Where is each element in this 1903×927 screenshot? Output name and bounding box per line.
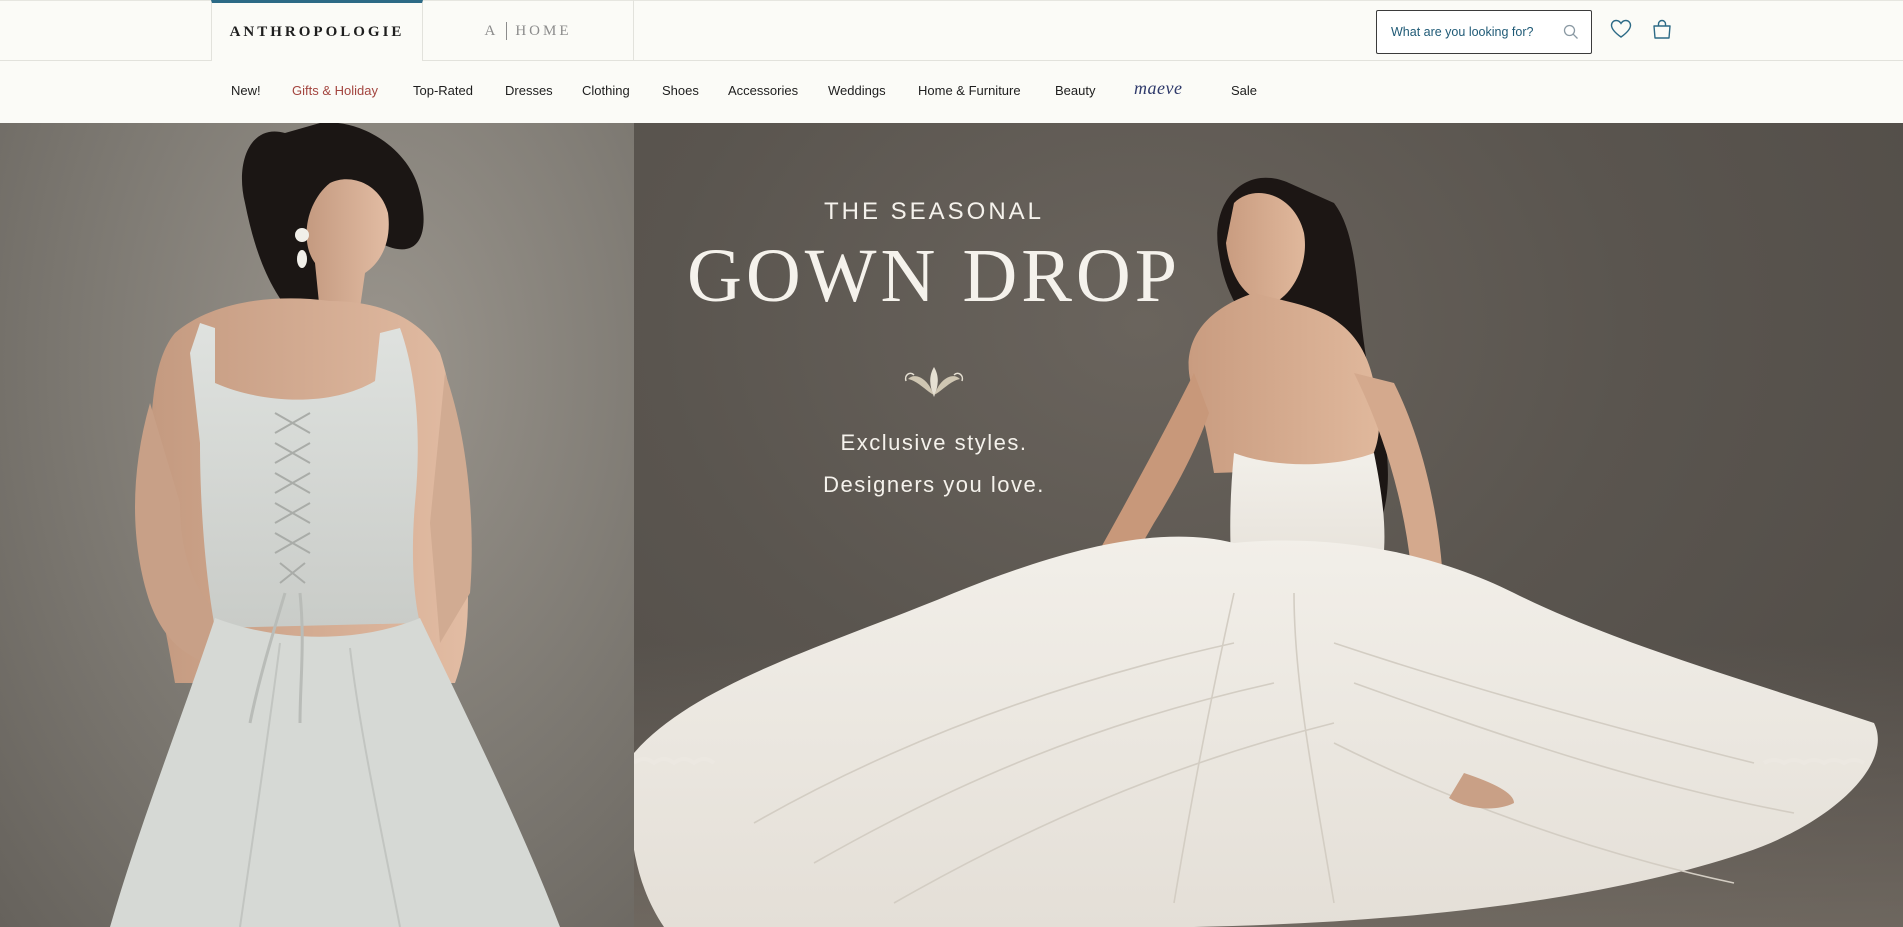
a-home-logo: A HOME [484, 22, 571, 40]
nav-item-shoes[interactable]: Shoes [662, 83, 699, 98]
search-box[interactable] [1376, 10, 1592, 54]
heart-icon[interactable] [1610, 19, 1632, 44]
nav-item-weddings[interactable]: Weddings [828, 83, 886, 98]
a-home-divider [506, 22, 508, 40]
hero-kicker: THE SEASONAL [823, 198, 1045, 225]
a-home-suffix: HOME [515, 22, 572, 39]
a-home-prefix: A [484, 22, 499, 39]
hero-subline-2: Designers you love. [823, 472, 1045, 497]
fleur-ornament-icon [904, 361, 964, 406]
nav-item-clothing[interactable]: Clothing [582, 83, 630, 98]
anthropologie-logo: ANTHROPOLOGIE [229, 24, 405, 40]
top-header: ANTHROPOLOGIE A HOME [0, 0, 1903, 62]
brand-tab-anthropologie[interactable]: ANTHROPOLOGIE [211, 0, 423, 62]
nav-item-home-furniture[interactable]: Home & Furniture [918, 83, 1021, 98]
nav-item-new[interactable]: New! [231, 83, 261, 98]
nav-item-dresses[interactable]: Dresses [505, 83, 553, 98]
hero-headline: GOWN DROP [686, 234, 1182, 318]
hero-banner[interactable]: THE SEASONAL GOWN DROP Exclusive styles.… [0, 123, 1903, 927]
shopping-bag-icon[interactable] [1651, 18, 1673, 45]
brand-tab-home[interactable]: A HOME [423, 0, 634, 62]
nav-item-beauty[interactable]: Beauty [1055, 83, 1095, 98]
search-icon[interactable] [1563, 24, 1579, 45]
nav-item-maeve[interactable]: maeve [1134, 78, 1182, 99]
category-nav: New! Gifts & Holiday Top-Rated Dresses C… [0, 61, 1903, 123]
hero-image-left[interactable] [0, 123, 634, 927]
nav-item-gifts-holiday[interactable]: Gifts & Holiday [292, 83, 378, 98]
nav-item-sale[interactable]: Sale [1231, 83, 1257, 98]
nav-item-accessories[interactable]: Accessories [728, 83, 798, 98]
hero-text-block: THE SEASONAL GOWN DROP Exclusive styles.… [634, 123, 1234, 543]
hero-subline-1: Exclusive styles. [840, 430, 1028, 455]
search-input[interactable] [1389, 24, 1549, 40]
nav-item-top-rated[interactable]: Top-Rated [413, 83, 473, 98]
